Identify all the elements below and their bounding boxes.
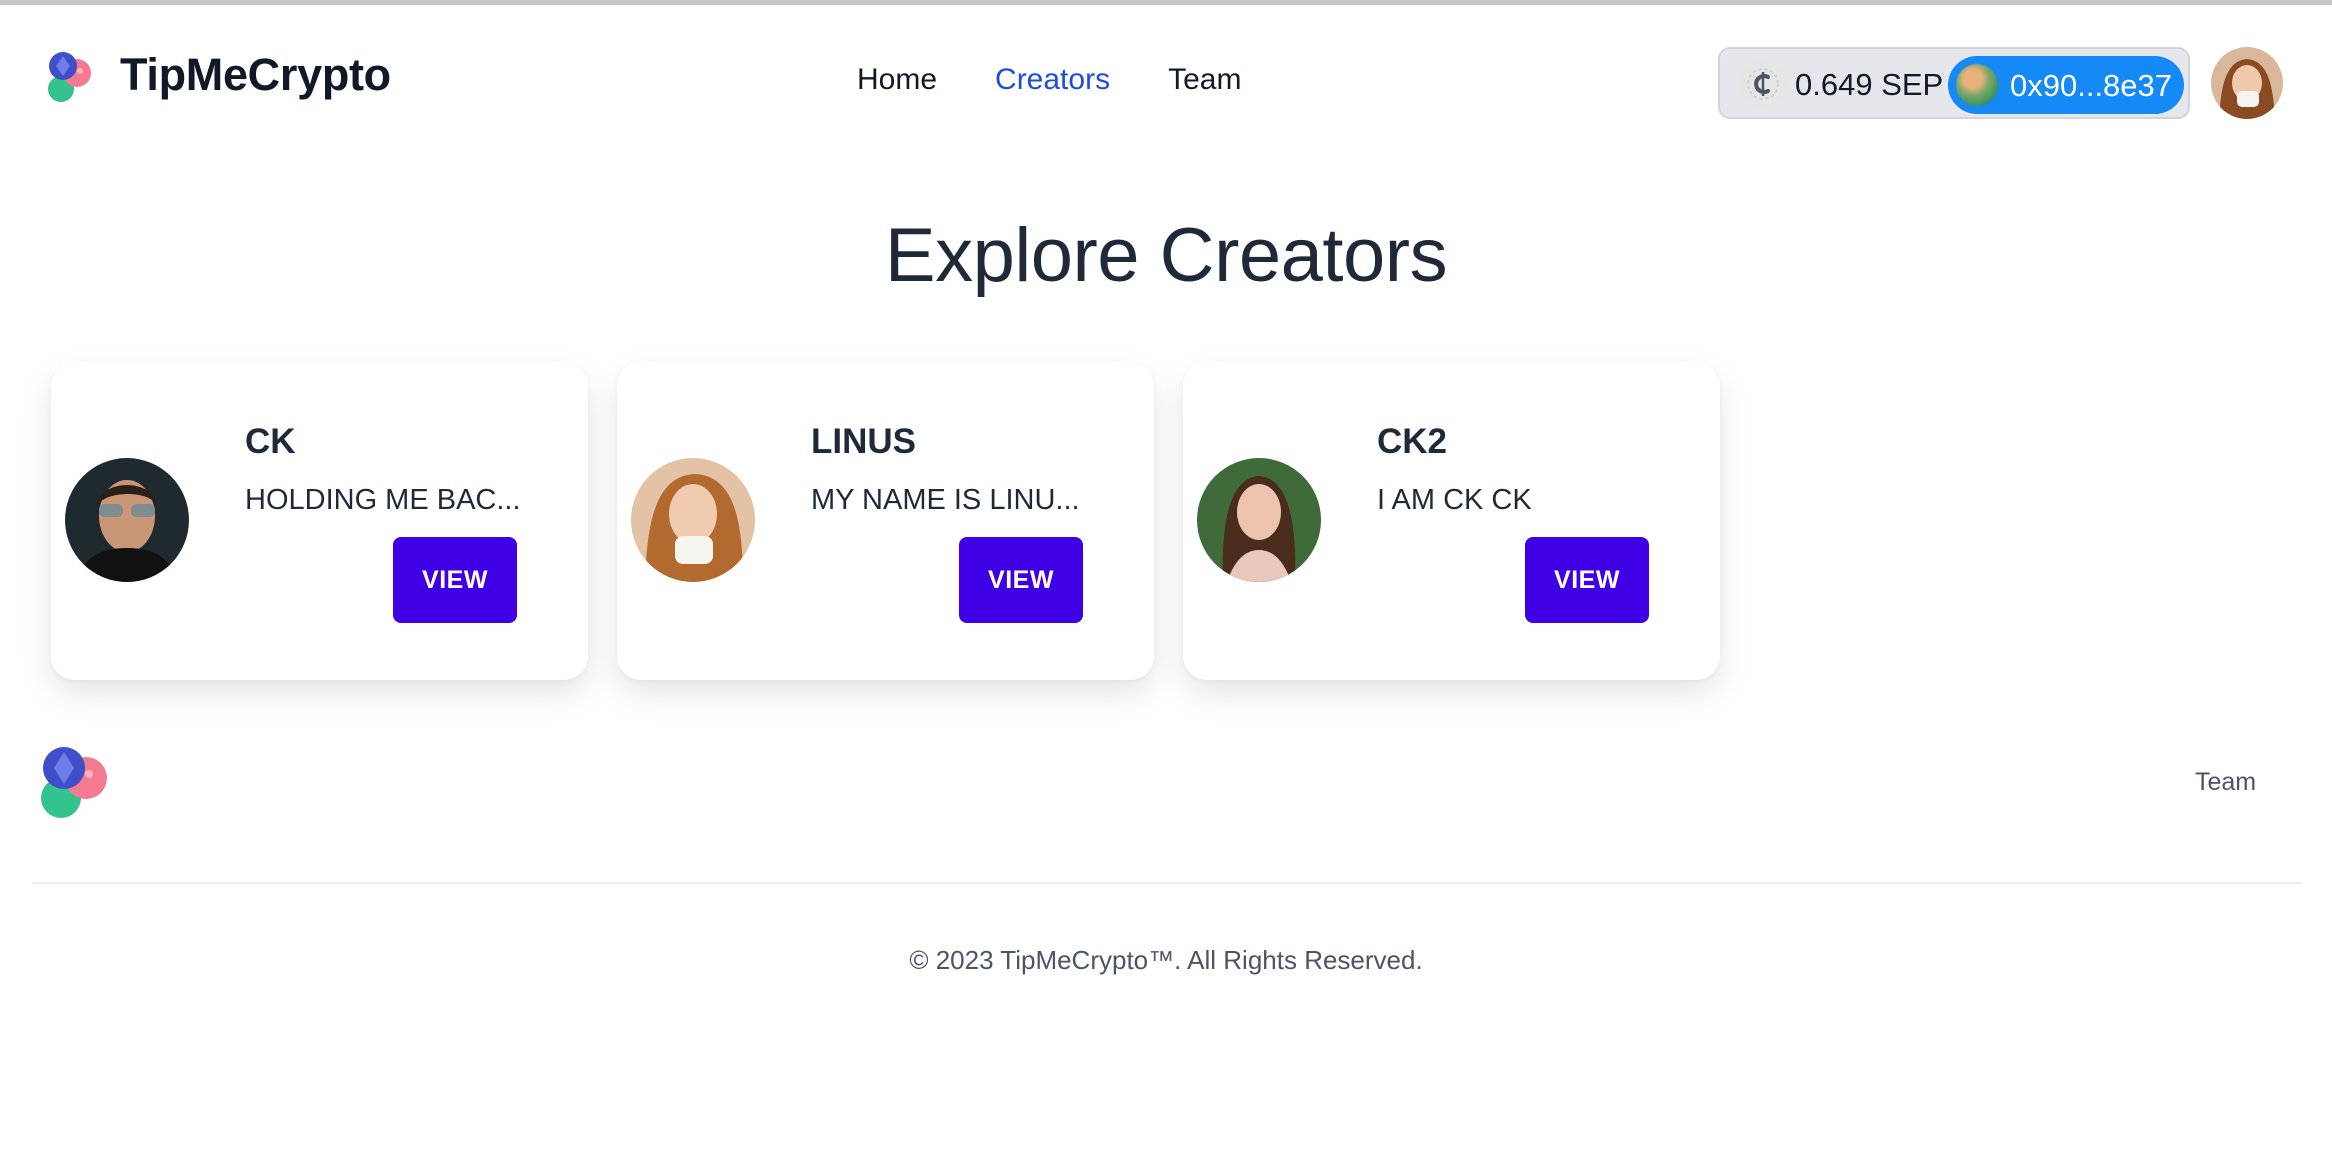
creator-card: CK2 I AM CK CK VIEW [1183,362,1720,680]
creator-avatar [65,458,189,582]
wallet-balance: 0.649 SEP [1795,67,1944,102]
creator-card: LINUS MY NAME IS LINU... VIEW [617,362,1154,680]
creator-description: MY NAME IS LINU... [811,484,1080,516]
nav-team[interactable]: Team [1168,63,1241,97]
creator-card: CK HOLDING ME BAC... VIEW [51,362,588,680]
account-avatar [1956,64,1998,106]
creator-name: LINUS [811,422,916,461]
site-header: TipMeCrypto Home Creators Team 0.649 SEP… [0,5,2332,155]
brand[interactable]: TipMeCrypto [42,47,391,103]
creator-description: I AM CK CK [1377,484,1532,516]
footer-divider [32,882,2302,884]
creator-name: CK [245,422,296,461]
nav-home[interactable]: Home [857,63,937,97]
footer-logo[interactable] [34,738,116,825]
page-title: Explore Creators [884,213,1448,298]
crypto-coins-logo-icon [41,747,107,818]
nav-creators[interactable]: Creators [995,63,1110,97]
view-creator-button[interactable]: VIEW [393,537,517,623]
account-address: 0x90...8e37 [2010,68,2173,103]
view-creator-button[interactable]: VIEW [959,537,1083,623]
creator-avatar [631,458,755,582]
main-nav: Home Creators Team [857,63,1241,97]
view-creator-button[interactable]: VIEW [1525,537,1649,623]
footer-team-link[interactable]: Team [2195,768,2256,797]
user-avatar[interactable] [2211,47,2283,119]
creator-description: HOLDING ME BAC... [245,484,521,516]
crypto-coins-logo-icon [48,52,91,102]
chainlink-icon [1740,61,1786,107]
wallet-widget[interactable]: 0.649 SEP 0x90...8e37 [1718,47,2190,119]
creator-name: CK2 [1377,422,1448,461]
creator-avatar [1197,458,1321,582]
brand-name: TipMeCrypto [120,49,391,100]
copyright: © 2023 TipMeCrypto™. All Rights Reserved… [909,945,1423,975]
account-address-button[interactable]: 0x90...8e37 [1948,56,2184,114]
